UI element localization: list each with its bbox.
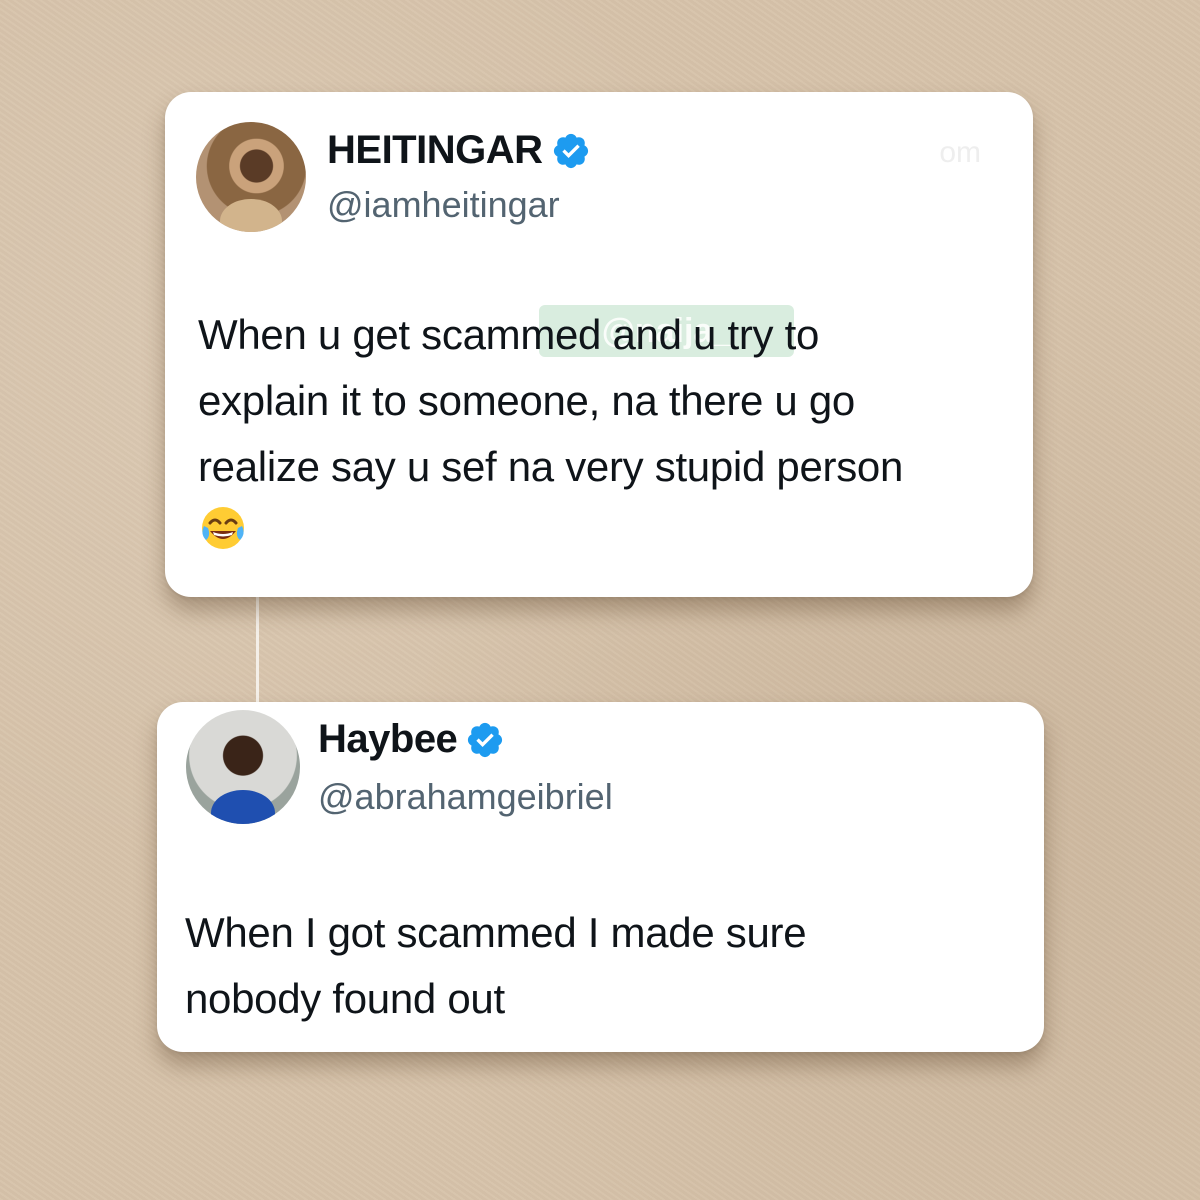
user-handle[interactable]: @abrahamgeibriel [318,776,613,818]
display-name[interactable]: Haybee [318,717,458,762]
author-row: HEITINGAR [327,128,591,173]
display-name[interactable]: HEITINGAR [327,128,543,173]
author-row: Haybee [318,717,505,762]
verified-badge-icon [468,722,503,757]
tweet-text: When I got scammed I made sure nobody fo… [185,909,807,1022]
tweet-card-reply[interactable]: Haybee @abrahamgeibriel When I got scamm… [157,702,1044,1052]
avatar[interactable] [196,122,306,232]
corner-watermark: om [939,136,981,169]
user-handle[interactable]: @iamheitingar [327,184,560,226]
avatar-figure [211,789,275,824]
laughing-crying-emoji-icon [202,507,244,549]
avatar[interactable] [186,710,300,824]
tweet-text: When u get scammed and u try to explain … [198,311,904,490]
verified-badge-icon [553,133,588,168]
avatar-figure [220,199,282,232]
reply-thread-line [256,597,259,702]
tweet-card-original[interactable]: HEITINGAR @iamheitingar om @naija_ When … [165,92,1033,597]
